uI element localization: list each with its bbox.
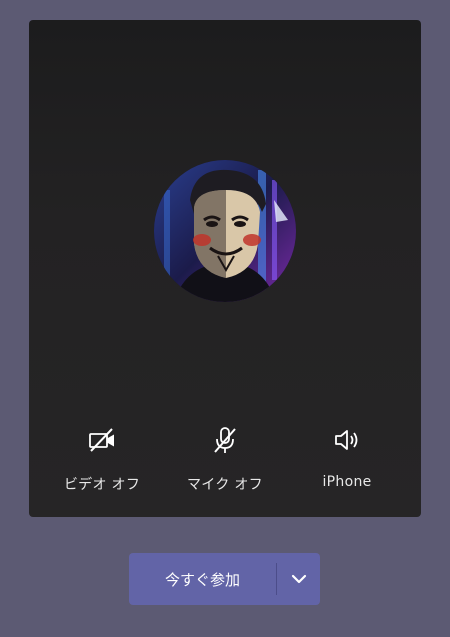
mic-toggle[interactable]: マイク オフ bbox=[160, 420, 290, 500]
mic-toggle-label: マイク オフ bbox=[187, 477, 263, 493]
video-preview: ビデオ オフ マイク オフ iPhone bbox=[29, 20, 421, 517]
video-off-icon bbox=[89, 428, 114, 452]
chevron-down-icon bbox=[291, 574, 306, 584]
avatar-image bbox=[154, 160, 296, 302]
join-button-group: 今すぐ参加 bbox=[129, 553, 320, 605]
video-toggle[interactable]: ビデオ オフ bbox=[37, 420, 167, 500]
join-options-button[interactable] bbox=[277, 553, 320, 605]
mic-off-icon bbox=[214, 427, 236, 453]
join-now-button[interactable]: 今すぐ参加 bbox=[129, 553, 276, 605]
speaker-icon bbox=[335, 430, 358, 450]
device-controls: ビデオ オフ マイク オフ iPhone bbox=[29, 420, 421, 500]
video-toggle-label: ビデオ オフ bbox=[63, 477, 141, 493]
audio-device-label: iPhone bbox=[322, 474, 372, 490]
avatar bbox=[154, 160, 296, 302]
audio-device-button[interactable]: iPhone bbox=[282, 420, 412, 500]
